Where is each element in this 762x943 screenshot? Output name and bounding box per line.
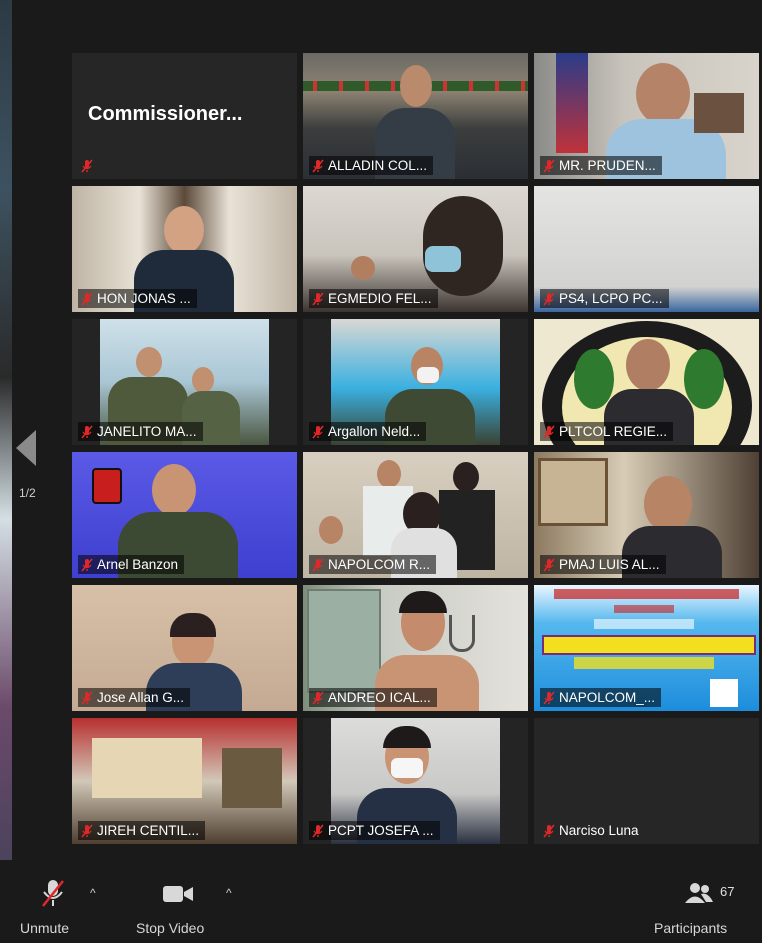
participant-name: Argallon Neld... xyxy=(328,424,421,439)
audio-options-caret-icon[interactable]: ^ xyxy=(90,886,96,900)
participant-label: NAPOLCOM_... xyxy=(540,688,662,707)
mic-muted-icon xyxy=(81,823,93,838)
participant-tile[interactable]: Commissioner... xyxy=(72,53,297,179)
participant-tile[interactable]: ANDREO ICAL... xyxy=(303,585,528,711)
mic-muted-icon xyxy=(81,159,93,173)
participant-tile[interactable]: NAPOLCOM R... xyxy=(303,452,528,578)
participants-label: Participants xyxy=(654,920,728,936)
participant-name: PLTCOL REGIE... xyxy=(559,424,668,439)
participant-tile[interactable]: PS4, LCPO PC... xyxy=(534,186,759,312)
mic-muted-icon xyxy=(81,557,93,572)
microphone-muted-icon xyxy=(40,878,66,913)
unmute-button[interactable]: Unmute xyxy=(18,878,88,940)
participant-tile[interactable]: HON JONAS ... xyxy=(72,186,297,312)
meeting-toolbar: Unmute ^ Stop Video ^ 67 Participants xyxy=(0,860,762,943)
participant-tile[interactable]: Argallon Neld... xyxy=(303,319,528,445)
mic-muted-icon xyxy=(312,690,324,705)
participant-label: Argallon Neld... xyxy=(309,422,427,441)
mic-muted-icon xyxy=(312,424,324,439)
mic-muted-icon xyxy=(543,557,555,572)
participant-name: HON JONAS ... xyxy=(97,291,191,306)
participant-label: JANELITO MA... xyxy=(78,422,203,441)
participant-name: NAPOLCOM R... xyxy=(328,557,431,572)
participant-label: PLTCOL REGIE... xyxy=(540,422,674,441)
participant-label: Narciso Luna xyxy=(540,821,645,840)
mic-muted-icon xyxy=(81,424,93,439)
participant-tile[interactable]: Narciso Luna xyxy=(534,718,759,844)
participant-label: MR. PRUDEN... xyxy=(540,156,662,175)
mic-muted-icon xyxy=(312,291,324,306)
participant-tile[interactable]: PMAJ LUIS AL... xyxy=(534,452,759,578)
stop-video-label: Stop Video xyxy=(136,920,205,936)
video-options-caret-icon[interactable]: ^ xyxy=(226,886,232,900)
stop-video-button[interactable]: Stop Video xyxy=(134,878,226,940)
background-window-edge xyxy=(0,0,12,943)
participant-label: PS4, LCPO PC... xyxy=(540,289,669,308)
mic-muted-icon xyxy=(312,823,324,838)
participant-label: NAPOLCOM R... xyxy=(309,555,437,574)
unmute-label: Unmute xyxy=(20,920,70,936)
mic-muted-icon xyxy=(312,557,324,572)
participant-label: JIREH CENTIL... xyxy=(78,821,206,840)
participant-name: ALLADIN COL... xyxy=(328,158,428,173)
mic-muted-icon xyxy=(81,291,93,306)
participant-name: PCPT JOSEFA ... xyxy=(328,823,434,838)
participant-label: EGMEDIO FEL... xyxy=(309,289,438,308)
mic-muted-icon xyxy=(543,424,555,439)
participant-label: Arnel Banzon xyxy=(78,555,185,574)
participant-display-name: Commissioner... xyxy=(88,103,243,125)
participant-tile[interactable]: JIREH CENTIL... xyxy=(72,718,297,844)
participant-name: JIREH CENTIL... xyxy=(97,823,200,838)
video-grid: Commissioner... ALLADIN COL... MR. PRUDE… xyxy=(72,53,759,844)
video-camera-icon xyxy=(162,884,194,909)
participant-label: Jose Allan G... xyxy=(78,688,191,707)
participant-label: HON JONAS ... xyxy=(78,289,197,308)
participant-tile[interactable]: NAPOLCOM_... xyxy=(534,585,759,711)
participant-tile[interactable]: PCPT JOSEFA ... xyxy=(303,718,528,844)
participant-name: Arnel Banzon xyxy=(97,557,179,572)
participant-name: MR. PRUDEN... xyxy=(559,158,656,173)
mic-muted-icon xyxy=(312,158,324,173)
mic-muted-icon xyxy=(543,823,555,838)
participant-tile[interactable]: Jose Allan G... xyxy=(72,585,297,711)
previous-page-arrow-icon[interactable] xyxy=(16,430,36,466)
participant-tile[interactable]: MR. PRUDEN... xyxy=(534,53,759,179)
mic-muted-icon xyxy=(543,291,555,306)
participant-count: 67 xyxy=(720,884,735,899)
participant-label: ANDREO ICAL... xyxy=(309,688,437,707)
participant-label: PMAJ LUIS AL... xyxy=(540,555,666,574)
participant-name: Narciso Luna xyxy=(559,823,639,838)
participant-tile[interactable]: JANELITO MA... xyxy=(72,319,297,445)
participant-label: PCPT JOSEFA ... xyxy=(309,821,440,840)
participant-name: PMAJ LUIS AL... xyxy=(559,557,660,572)
participant-name: ANDREO ICAL... xyxy=(328,690,431,705)
participants-icon xyxy=(684,882,714,909)
participant-name: PS4, LCPO PC... xyxy=(559,291,663,306)
participant-label: ALLADIN COL... xyxy=(309,156,434,175)
page-indicator: 1/2 xyxy=(19,486,36,500)
participant-label xyxy=(78,157,99,175)
participants-button[interactable]: 67 Participants xyxy=(650,878,750,940)
mic-muted-icon xyxy=(81,690,93,705)
participant-name: JANELITO MA... xyxy=(97,424,197,439)
participant-tile[interactable]: Arnel Banzon xyxy=(72,452,297,578)
participant-tile[interactable]: PLTCOL REGIE... xyxy=(534,319,759,445)
mic-muted-icon xyxy=(543,158,555,173)
participant-tile[interactable]: ALLADIN COL... xyxy=(303,53,528,179)
participant-name: EGMEDIO FEL... xyxy=(328,291,432,306)
participant-name: Jose Allan G... xyxy=(97,690,185,705)
participant-name: NAPOLCOM_... xyxy=(559,690,656,705)
mic-muted-icon xyxy=(543,690,555,705)
participant-tile[interactable]: EGMEDIO FEL... xyxy=(303,186,528,312)
